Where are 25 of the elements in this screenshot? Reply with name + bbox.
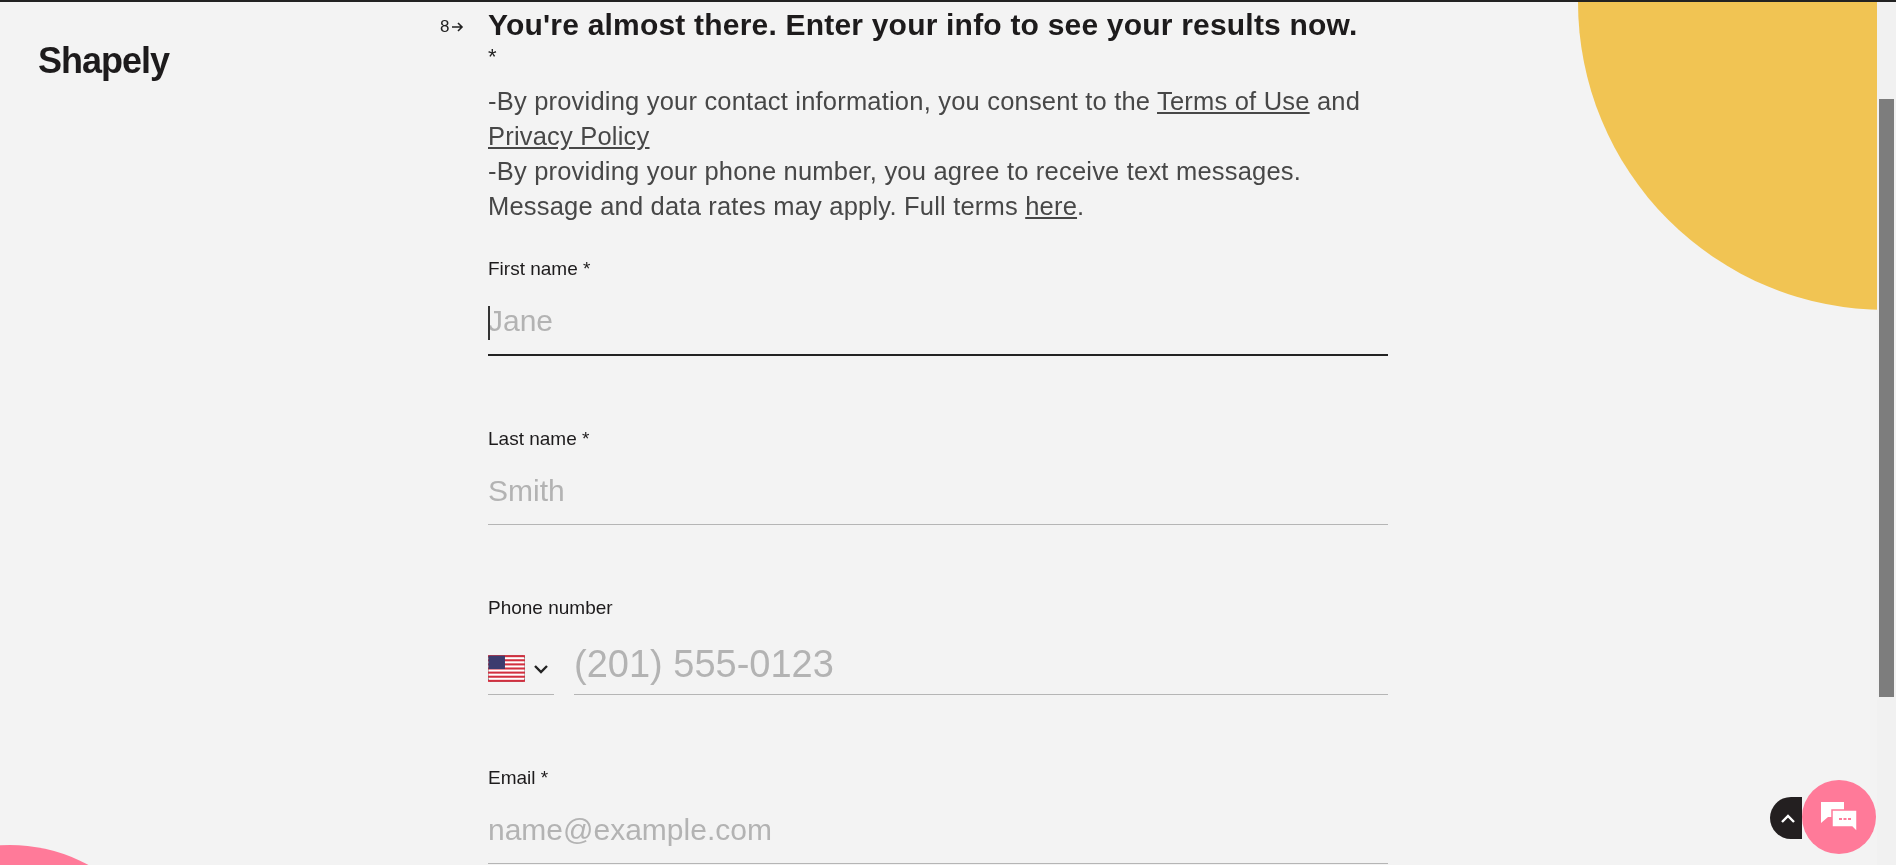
field-label: First name * xyxy=(488,258,591,280)
text-cursor xyxy=(488,306,490,340)
question-number: 8 xyxy=(440,17,450,37)
field-label: Email * xyxy=(488,767,549,789)
chat-icon xyxy=(1820,801,1858,833)
input-field[interactable]: name@example.com xyxy=(488,799,1388,864)
input-field[interactable]: Jane xyxy=(488,290,1388,356)
scrollbar-thumb[interactable] xyxy=(1879,99,1894,697)
chevron-down-icon xyxy=(533,663,549,674)
field-label: Phone number xyxy=(488,597,613,619)
link[interactable]: Privacy Policy xyxy=(488,122,650,150)
question-title: You're almost there. Enter your info to see your results now. xyxy=(488,8,1359,42)
required-mark: * xyxy=(488,43,497,71)
link[interactable]: here xyxy=(1025,192,1078,220)
flag-icon xyxy=(488,655,525,682)
consent-text: -By providing your phone number, you agree to receive text messages. Message and data rates may apply. Full terms here. xyxy=(488,156,1303,222)
arrow-right-icon xyxy=(452,22,465,32)
logo[interactable]: Shapely xyxy=(38,40,170,82)
link[interactable]: Terms of Use xyxy=(1157,87,1310,115)
consent-text: -By providing your contact information, you consent to the Terms of Use and Privacy Policy xyxy=(488,86,1362,152)
back-to-top-button[interactable] xyxy=(1770,797,1802,839)
field-label: Last name * xyxy=(488,428,590,450)
input-field[interactable]: (201) 555-0123 xyxy=(574,629,1388,695)
chevron-up-icon xyxy=(1780,813,1796,823)
input-field[interactable]: Smith xyxy=(488,460,1388,525)
